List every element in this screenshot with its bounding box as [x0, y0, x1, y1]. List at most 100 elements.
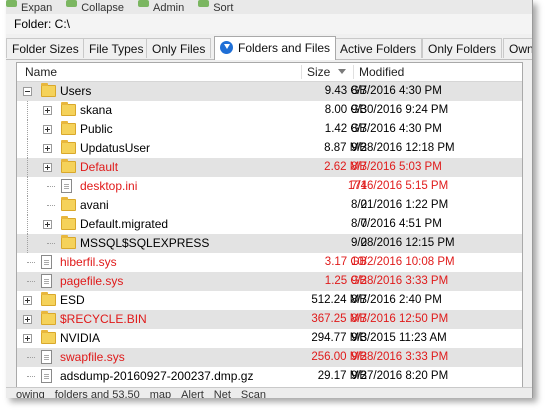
- folder-icon: [61, 102, 76, 116]
- table-row[interactable]: hiberfil.sys 3.17 GB 10/2/2016 10:08 PM: [17, 253, 522, 272]
- expand-icon[interactable]: [43, 125, 52, 134]
- folder-icon: [41, 83, 56, 97]
- row-modified: 8/7/2016 5:03 PM: [351, 161, 442, 173]
- table-row[interactable]: swapfile.sys 256.00 MB 9/28/2016 3:33 PM: [17, 348, 522, 367]
- row-modified: 9/28/2016 3:33 PM: [351, 351, 449, 363]
- folder-icon: [41, 311, 56, 325]
- row-name: Default.migrated: [80, 217, 169, 231]
- table-row[interactable]: UpdatusUser 8.87 MB 9/28/2016 12:18 PM: [17, 139, 522, 158]
- toolbar-item-0[interactable]: Expan: [21, 3, 52, 14]
- tree-line: [27, 281, 35, 282]
- table-row[interactable]: $RECYCLE.BIN 367.25 MB 8/7/2016 12:50 PM: [17, 310, 522, 329]
- file-icon: [41, 255, 52, 269]
- tab-own[interactable]: Own: [503, 38, 533, 58]
- toolbar-item-1[interactable]: Collapse: [81, 3, 124, 14]
- collapse-icon[interactable]: [23, 87, 32, 96]
- row-modified: 8/21/2016 1:22 PM: [351, 199, 449, 211]
- table-row[interactable]: skana 8.00 GB 9/30/2016 9:24 PM: [17, 101, 522, 120]
- toolbar-icon[interactable]: [6, 0, 17, 7]
- folder-icon: [61, 140, 76, 154]
- tree-line: [27, 357, 35, 358]
- row-name: $RECYCLE.BIN: [60, 312, 147, 326]
- toolbar-item-2[interactable]: Admin: [153, 3, 184, 14]
- row-name: pagefile.sys: [60, 274, 124, 288]
- row-name: Users: [60, 84, 92, 98]
- table-row[interactable]: NVIDIA 294.77 MB 9/3/2015 11:23 AM: [17, 329, 522, 348]
- tree-line: [27, 376, 35, 377]
- status-item-5: Scan: [240, 389, 266, 398]
- expand-icon[interactable]: [23, 296, 32, 305]
- row-modified: 10/2/2016 10:08 PM: [351, 256, 455, 268]
- column-header-name[interactable]: Name: [25, 63, 57, 81]
- toolbar-icon[interactable]: [198, 0, 210, 7]
- tree-line: [47, 205, 55, 206]
- folder-path-label: Folder: C:\: [6, 14, 532, 34]
- folder-icon: [61, 235, 76, 249]
- tab-active-folders[interactable]: Active Folders: [334, 38, 423, 58]
- column-divider[interactable]: [353, 65, 354, 79]
- tab-folder-sizes[interactable]: Folder Sizes: [6, 38, 85, 58]
- row-name: NVIDIA: [60, 331, 101, 345]
- tab-label: Only Files: [152, 42, 206, 56]
- table-row[interactable]: Users 9.43 GB 8/7/2016 4:30 PM: [17, 82, 522, 101]
- app-window: Expan Collapse Admin Sort Folder: C:\ Folde…: [6, 0, 533, 398]
- status-bar: owing folders and 53,50 map Alert Net Scan: [6, 387, 532, 398]
- row-modified: 8/7/2016 4:30 PM: [351, 123, 442, 135]
- expand-icon[interactable]: [23, 315, 32, 324]
- row-name: ESD: [60, 293, 85, 307]
- tab-only-files[interactable]: Only Files: [146, 38, 212, 58]
- table-row[interactable]: pagefile.sys 1.25 GB 9/28/2016 3:33 PM: [17, 272, 522, 291]
- table-row[interactable]: adsdump-20160927-200237.dmp.gz 29.17 MB 9/…: [17, 367, 522, 386]
- file-list[interactable]: Name Size Modified Users 9.43 GB 8/7/2016 …: [16, 62, 523, 388]
- column-header-modified[interactable]: Modified: [359, 63, 404, 81]
- tab-only-folders[interactable]: Only Folders: [422, 38, 503, 58]
- tab-file-types[interactable]: File Types: [83, 38, 150, 58]
- row-modified: 9/28/2016 12:15 PM: [351, 237, 455, 249]
- row-name: skana: [80, 103, 113, 117]
- row-name: MSSQL$SQLEXPRESS: [80, 236, 210, 250]
- expand-icon[interactable]: [43, 220, 52, 229]
- table-row[interactable]: avani 0 8/21/2016 1:22 PM: [17, 196, 522, 215]
- status-item-3: Alert: [181, 389, 204, 398]
- table-row[interactable]: Default 2.62 MB 8/7/2016 5:03 PM: [17, 158, 522, 177]
- tree-line: [27, 139, 28, 158]
- status-item-2: map: [149, 389, 172, 398]
- file-icon: [41, 369, 52, 383]
- tab-label: File Types: [89, 42, 144, 56]
- column-header-size[interactable]: Size: [307, 63, 330, 81]
- tab-folders-and-files[interactable]: Folders and Files: [214, 36, 337, 60]
- table-row[interactable]: desktop.ini 174 7/16/2016 5:15 PM: [17, 177, 522, 196]
- expand-icon[interactable]: [43, 106, 52, 115]
- table-row[interactable]: MSSQL$SQLEXPRESS 0 9/28/2016 12:15 PM: [17, 234, 522, 253]
- column-divider[interactable]: [301, 65, 302, 79]
- folder-icon: [61, 159, 76, 173]
- folder-icon: [41, 330, 56, 344]
- row-name: hiberfil.sys: [60, 255, 117, 269]
- expand-icon[interactable]: [23, 334, 32, 343]
- row-name: Default: [80, 160, 119, 174]
- status-item-1: folders and 53,50: [54, 389, 140, 398]
- list-header: Name Size Modified: [17, 63, 522, 82]
- view-tabs: Folder Sizes File Types Only Files Folders …: [6, 36, 532, 60]
- table-row[interactable]: ESD 512.24 MB 8/7/2016 2:40 PM: [17, 291, 522, 310]
- row-modified: 8/7/2016 2:40 PM: [351, 294, 442, 306]
- toolbar-icon[interactable]: [66, 0, 78, 7]
- tree-line: [47, 186, 55, 187]
- table-row[interactable]: Default.migrated 0 8/7/2016 4:51 PM: [17, 215, 522, 234]
- tab-label: Only Folders: [428, 42, 497, 56]
- tree-line: [27, 158, 28, 177]
- folder-icon: [61, 216, 76, 230]
- folder-icon: [61, 121, 76, 135]
- tab-label: Folder Sizes: [12, 42, 79, 56]
- expand-icon[interactable]: [43, 163, 52, 172]
- tab-label: Own: [509, 42, 533, 56]
- table-row[interactable]: Public 1.42 GB 8/7/2016 4:30 PM: [17, 120, 522, 139]
- row-modified: 9/3/2015 11:23 AM: [351, 332, 447, 344]
- row-modified: 9/28/2016 12:18 PM: [351, 142, 455, 154]
- tab-label: Active Folders: [340, 42, 417, 56]
- toolbar-icon[interactable]: [138, 0, 150, 7]
- toolbar-item-3[interactable]: Sort: [213, 3, 233, 14]
- expand-icon[interactable]: [43, 144, 52, 153]
- tree-line: [27, 234, 28, 253]
- tree-line: [47, 243, 55, 244]
